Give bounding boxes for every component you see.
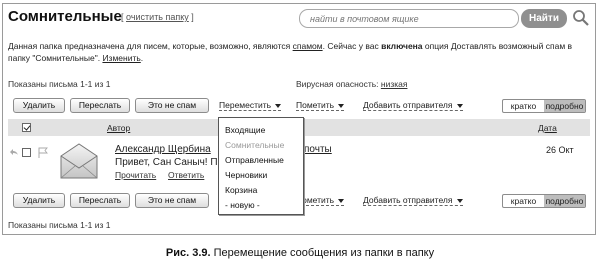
folder-description: Данная папка предназначена для писем, ко… (8, 41, 573, 63)
delete-button-bottom[interactable]: Удалить (13, 193, 65, 208)
view-toggle-bottom[interactable]: кратко подробно (502, 194, 586, 208)
forward-button[interactable]: Переслать (70, 98, 130, 113)
date-column-header[interactable]: Дата (538, 123, 557, 133)
spam-link[interactable]: спамом (293, 41, 323, 51)
message-checkbox[interactable] (22, 148, 31, 157)
search-button[interactable]: Найти (521, 9, 567, 28)
envelope-icon (60, 143, 98, 179)
sender-name[interactable]: Александр Щербина (115, 144, 211, 155)
shown-count-bottom: Показаны письма 1-1 из 1 (8, 220, 111, 230)
delete-button[interactable]: Удалить (13, 98, 65, 113)
add-sender-dropdown[interactable]: Добавить отправителя (363, 100, 463, 111)
read-link[interactable]: Прочитать (115, 170, 156, 180)
chevron-down-icon (456, 103, 463, 108)
search-icon[interactable] (571, 8, 591, 28)
move-dropdown[interactable]: Переместить (219, 100, 282, 111)
virus-level: Вирусная опасность: низкая (296, 79, 408, 89)
view-toggle-top[interactable]: кратко подробно (502, 99, 586, 113)
menu-item-inbox[interactable]: Входящие (225, 123, 303, 138)
menu-item-suspicious: Сомнительные (225, 140, 285, 150)
message-subject-tail[interactable]: почты (304, 144, 332, 155)
chevron-down-icon (275, 103, 282, 108)
flag-icon[interactable] (38, 147, 48, 158)
move-menu: Входящие Сомнительные Отправленные Черно… (218, 117, 304, 215)
not-spam-button-bottom[interactable]: Это не спам (135, 193, 209, 208)
folder-title: Сомнительные (8, 8, 122, 25)
figure-caption: Рис. 3.9. Перемещение сообщения из папки… (165, 247, 435, 259)
virus-level-link[interactable]: низкая (381, 79, 408, 89)
author-column-header[interactable]: Автор (107, 123, 130, 133)
forward-button-bottom[interactable]: Переслать (70, 193, 130, 208)
search-input-wrapper[interactable] (299, 9, 519, 28)
mark-dropdown[interactable]: Пометить (296, 100, 345, 111)
shown-count-top: Показаны письма 1-1 из 1 (8, 79, 111, 89)
clear-folder-label[interactable]: очистить папку (126, 12, 189, 22)
chevron-down-icon (338, 198, 345, 203)
view-brief-option-bottom[interactable]: кратко (503, 195, 544, 207)
view-detailed-option-bottom[interactable]: подробно (544, 195, 585, 207)
change-link[interactable]: Изменить (102, 53, 140, 63)
menu-item-drafts[interactable]: Черновики (225, 168, 303, 183)
message-subject[interactable]: Привет, Сан Саныч! Про (115, 157, 229, 168)
add-sender-dropdown-bottom[interactable]: Добавить отправителя (363, 195, 463, 206)
select-all-checkbox[interactable] (22, 123, 31, 132)
clear-folder-link[interactable]: [ очистить папку ] (121, 12, 194, 22)
view-brief-option[interactable]: кратко (503, 100, 544, 112)
not-spam-button[interactable]: Это не спам (135, 98, 209, 113)
message-date: 26 Окт (546, 145, 574, 155)
chevron-down-icon (456, 198, 463, 203)
search-input[interactable] (300, 10, 518, 27)
view-detailed-option[interactable]: подробно (544, 100, 585, 112)
menu-item-sent[interactable]: Отправленные (225, 153, 303, 168)
chevron-down-icon (338, 103, 345, 108)
menu-item-new-folder[interactable]: - новую - (225, 198, 303, 213)
reply-arrow-icon (10, 149, 18, 155)
reply-link[interactable]: Ответить (168, 170, 204, 180)
menu-item-trash[interactable]: Корзина (225, 183, 303, 198)
